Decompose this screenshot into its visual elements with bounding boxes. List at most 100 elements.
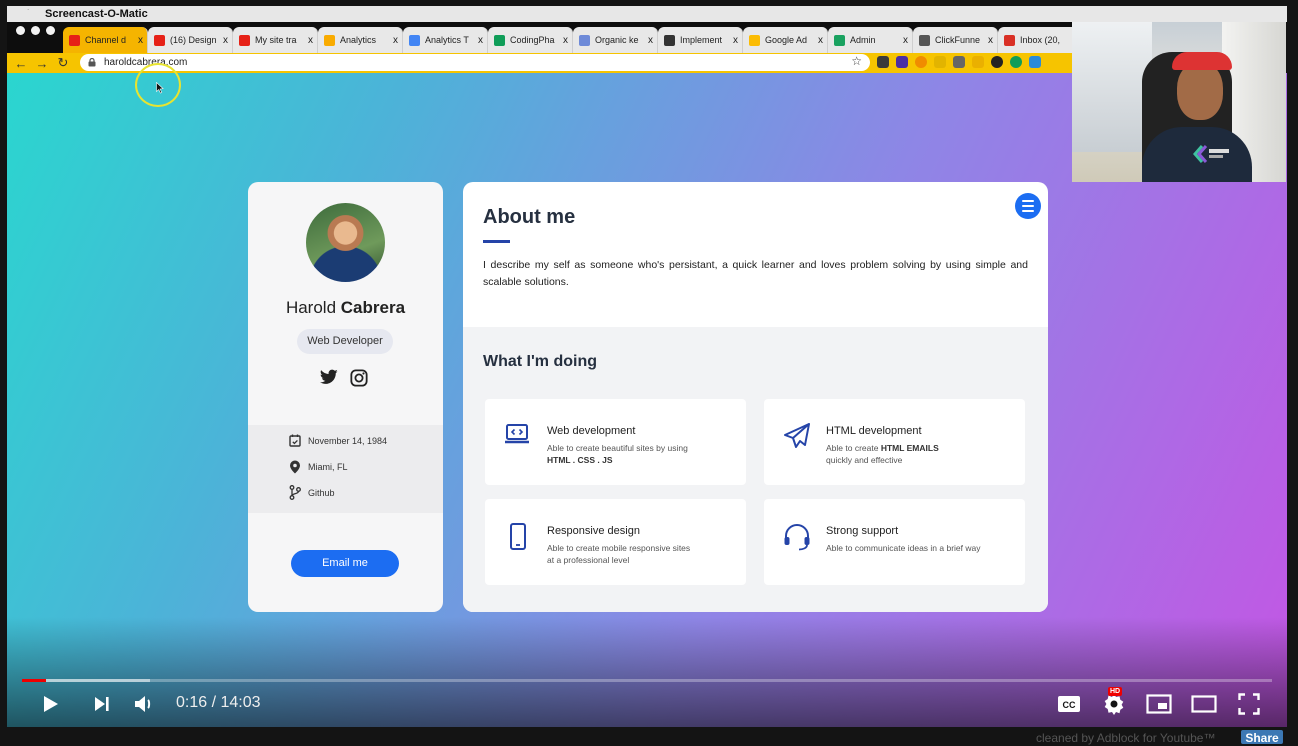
miniplayer-icon bbox=[1146, 694, 1172, 714]
profile-name: Harold Cabrera bbox=[248, 298, 443, 318]
browser-tab[interactable]: Channel d x bbox=[63, 27, 148, 53]
service-desc-text: Able to communicate ideas in a brief way bbox=[826, 543, 981, 553]
mobile-phone-icon bbox=[510, 523, 526, 550]
extension-icons bbox=[877, 56, 1041, 68]
tab-favicon-icon bbox=[239, 34, 250, 46]
twitter-icon[interactable] bbox=[320, 369, 338, 385]
app-name[interactable]: Screencast-O-Matic bbox=[45, 8, 148, 20]
tab-close-icon[interactable]: x bbox=[563, 35, 568, 46]
location-text: Miami, FL bbox=[308, 462, 348, 472]
browser-tab[interactable]: (16) Design x bbox=[148, 27, 233, 53]
captions-button[interactable]: CC bbox=[1056, 692, 1082, 716]
location-row: Miami, FL bbox=[289, 460, 348, 474]
tab-favicon-icon bbox=[664, 34, 675, 46]
browser-tab[interactable]: CodingPha x bbox=[488, 27, 573, 53]
fullscreen-button[interactable] bbox=[1236, 692, 1262, 716]
minimize-window-button[interactable] bbox=[31, 25, 40, 35]
extension-icon[interactable] bbox=[1029, 56, 1041, 68]
share-button[interactable]: Share bbox=[1241, 730, 1283, 745]
play-button[interactable] bbox=[36, 692, 64, 716]
tab-favicon-icon bbox=[324, 34, 335, 46]
extension-icon[interactable] bbox=[934, 56, 946, 68]
lock-icon bbox=[88, 58, 96, 67]
github-row[interactable]: Github bbox=[289, 485, 335, 500]
close-window-button[interactable] bbox=[16, 25, 25, 35]
tab-close-icon[interactable]: x bbox=[818, 35, 823, 46]
progress-bar[interactable] bbox=[22, 679, 1272, 682]
tab-favicon-icon bbox=[409, 34, 420, 46]
tab-title: ClickFunne bbox=[935, 35, 981, 45]
profile-avatar bbox=[306, 203, 385, 282]
theater-mode-button[interactable] bbox=[1190, 692, 1218, 716]
extension-icon[interactable] bbox=[877, 56, 889, 68]
browser-tab[interactable]: Analytics x bbox=[318, 27, 403, 53]
service-desc-text: Able to create bbox=[826, 443, 879, 453]
tab-title: Channel d bbox=[85, 35, 127, 45]
menu-button[interactable] bbox=[1015, 193, 1041, 219]
gear-icon bbox=[1104, 694, 1124, 715]
about-card: About me I describe my self as someone w… bbox=[463, 182, 1048, 612]
extension-icon[interactable] bbox=[953, 56, 965, 68]
played-progress bbox=[22, 679, 46, 682]
service-desc-bold: HTML . CSS . JS bbox=[547, 455, 613, 465]
tab-close-icon[interactable]: x bbox=[393, 35, 398, 46]
laptop-code-icon bbox=[505, 424, 529, 444]
tab-close-icon[interactable]: x bbox=[308, 35, 313, 46]
tab-close-icon[interactable]: x bbox=[988, 35, 993, 46]
tab-close-icon[interactable]: x bbox=[223, 35, 228, 46]
tab-title: My site tra bbox=[255, 35, 297, 45]
browser-tab[interactable]: ClickFunne x bbox=[913, 27, 998, 53]
miniplayer-button[interactable] bbox=[1145, 692, 1173, 716]
volume-icon bbox=[135, 696, 151, 712]
tab-close-icon[interactable]: x bbox=[138, 35, 143, 46]
apple-icon[interactable] bbox=[19, 7, 33, 21]
browser-tab[interactable]: Analytics T x bbox=[403, 27, 488, 53]
headset-icon bbox=[784, 524, 810, 551]
paper-plane-icon bbox=[784, 423, 810, 448]
settings-button[interactable]: HD bbox=[1100, 687, 1128, 716]
email-me-button[interactable]: Email me bbox=[291, 550, 399, 577]
back-arrow-icon[interactable]: ← bbox=[14, 56, 28, 71]
maximize-window-button[interactable] bbox=[46, 25, 55, 35]
service-desc-text: at a professional level bbox=[547, 555, 630, 565]
next-button[interactable] bbox=[90, 692, 114, 716]
webcam-overlay bbox=[1072, 22, 1286, 182]
tab-title: CodingPha bbox=[510, 35, 555, 45]
tab-favicon-icon bbox=[579, 34, 590, 46]
tab-close-icon[interactable]: x bbox=[733, 35, 738, 46]
tab-list: Channel d x (16) Design x My site tra x Analyt… bbox=[63, 27, 1083, 53]
volume-button[interactable] bbox=[130, 692, 158, 716]
address-bar[interactable]: haroldcabrera.com ☆ bbox=[80, 54, 870, 71]
service-card-support: Strong support Able to communicate ideas… bbox=[764, 499, 1025, 585]
about-description: I describe my self as someone who's pers… bbox=[483, 259, 1028, 288]
tab-favicon-icon bbox=[1004, 34, 1015, 46]
service-title: Web development bbox=[547, 425, 636, 437]
tab-favicon-icon bbox=[749, 34, 760, 46]
extension-icon[interactable] bbox=[991, 56, 1003, 68]
browser-tab[interactable]: Google Ad x bbox=[743, 27, 828, 53]
extension-icon[interactable] bbox=[915, 56, 927, 68]
service-desc-text: quickly and effective bbox=[826, 455, 903, 465]
last-name: Cabrera bbox=[340, 298, 406, 317]
github-link[interactable]: Github bbox=[308, 488, 335, 498]
play-icon bbox=[44, 696, 58, 712]
webcam-person-head bbox=[1177, 62, 1223, 120]
browser-tab[interactable]: Implement x bbox=[658, 27, 743, 53]
extension-icon[interactable] bbox=[896, 56, 908, 68]
tab-close-icon[interactable]: x bbox=[903, 35, 908, 46]
browser-tab[interactable]: Inbox (20,x bbox=[998, 27, 1083, 53]
bookmark-star-icon[interactable]: ☆ bbox=[851, 54, 862, 68]
service-title: Responsive design bbox=[547, 525, 640, 537]
extension-icon[interactable] bbox=[1010, 56, 1022, 68]
instagram-icon[interactable] bbox=[350, 369, 368, 387]
forward-arrow-icon[interactable]: → bbox=[35, 56, 49, 71]
service-card-responsive: Responsive design Able to create mobile … bbox=[485, 499, 746, 585]
reload-icon[interactable]: ↻ bbox=[56, 55, 70, 71]
tab-close-icon[interactable]: x bbox=[648, 35, 653, 46]
browser-tab[interactable]: My site tra x bbox=[233, 27, 318, 53]
browser-tab[interactable]: Admin x bbox=[828, 27, 913, 53]
tab-close-icon[interactable]: x bbox=[478, 35, 483, 46]
extension-icon[interactable] bbox=[972, 56, 984, 68]
browser-tab[interactable]: Organic ke x bbox=[573, 27, 658, 53]
service-card-web: Web development Able to create beautiful… bbox=[485, 399, 746, 485]
